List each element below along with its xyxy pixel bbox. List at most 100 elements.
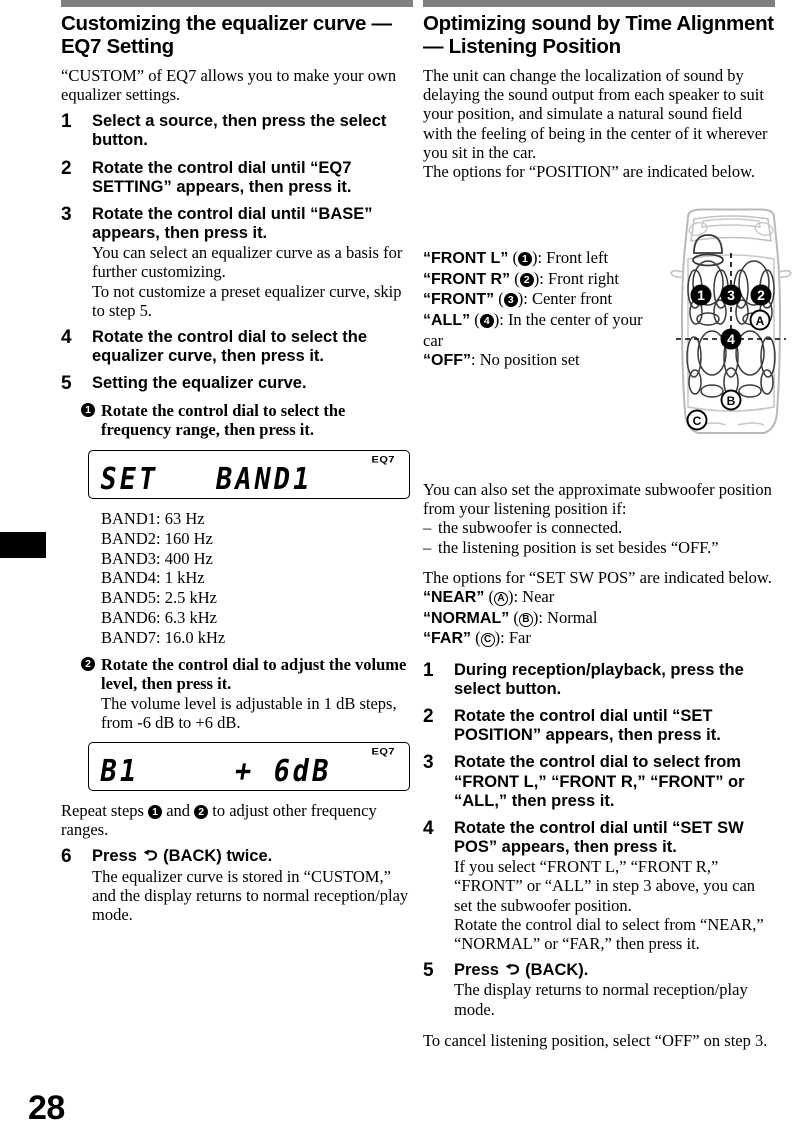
- step-number: 1: [423, 659, 434, 681]
- step-number: 4: [423, 817, 434, 839]
- car-position-diagram: 1 3 2 4 A B C: [670, 207, 792, 441]
- left-substep-1: 1 Rotate the control dial to select the …: [81, 401, 413, 439]
- left-step-4: 4 Rotate the control dial to select the …: [61, 327, 413, 366]
- circled-number-2: 2: [81, 657, 95, 672]
- option-desc: : No position set: [471, 349, 580, 369]
- step-number: 2: [61, 157, 72, 179]
- sw-option-normal: “NORMAL” (B): Normal: [423, 607, 598, 627]
- left-step-2: 2 Rotate the control dial until “EQ7 SET…: [61, 157, 413, 197]
- svg-text:1: 1: [697, 287, 705, 303]
- band-item: BAND3: 400 Hz: [101, 548, 213, 568]
- step-body: The display returns to normal reception/…: [454, 980, 748, 1019]
- dash-bullet: –: [423, 537, 432, 557]
- left-intro-text: “CUSTOM” of EQ7 allows you to make your …: [61, 65, 397, 105]
- circled-number-4: 4: [479, 313, 494, 328]
- left-section-title: Customizing the equalizer curve — EQ7 Se…: [61, 12, 392, 58]
- right-intro-text-1: The unit can change the localization of …: [423, 65, 768, 162]
- lcd-text: B1 + 6dB: [97, 753, 335, 789]
- back-arrow-icon: [504, 963, 521, 977]
- band-item: BAND5: 2.5 kHz: [101, 588, 217, 608]
- option-desc: ): Normal: [532, 607, 598, 627]
- step-heading: Setting the equalizer curve.: [92, 374, 307, 393]
- left-substep-2: 2 Rotate the control dial to adjust the …: [81, 655, 413, 732]
- step-heading: Rotate the control dial until “SET SW PO…: [454, 818, 744, 856]
- right-step-2: 2 Rotate the control dial until “SET POS…: [423, 706, 775, 745]
- position-options-list: “FRONT L” (1): Front left “FRONT R” (2):…: [423, 248, 666, 370]
- step-number: 2: [423, 706, 434, 728]
- lcd-display-level: EQ7 B1 + 6dB: [88, 741, 410, 791]
- step-heading-post: (BACK).: [520, 961, 589, 980]
- step-heading-pre: Press: [454, 961, 504, 980]
- right-column-lower: You can also set the approximate subwoof…: [423, 480, 775, 1058]
- step-heading-pre: Press: [92, 847, 142, 866]
- step-heading: Rotate the control dial to select from “…: [454, 753, 745, 810]
- circled-letter-c: C: [480, 633, 495, 648]
- step-number: 5: [423, 960, 434, 982]
- position-option-front: “FRONT” (3): Center front: [423, 289, 613, 309]
- band-item: BAND7: 16.0 kHz: [101, 628, 226, 648]
- circled-number-1: 1: [148, 804, 163, 819]
- circled-number-1: 1: [81, 403, 95, 418]
- position-option-front-l: “FRONT L” (1): Front left: [423, 248, 609, 267]
- option-label: “FRONT”: [423, 291, 495, 309]
- lcd-display-band: EQ7 SET BAND1: [88, 449, 410, 499]
- back-arrow-icon: [142, 849, 159, 863]
- column-rule-right: [423, 0, 775, 7]
- circled-number-2: 2: [519, 272, 534, 287]
- step-heading: Rotate the control dial to select the eq…: [92, 327, 368, 366]
- option-desc: ): Front left: [531, 248, 609, 267]
- step-heading: Rotate the control dial until “SET POSIT…: [454, 707, 721, 745]
- option-desc: ): Center front: [517, 289, 613, 309]
- step-body: The equalizer curve is stored in “CUSTOM…: [92, 866, 409, 924]
- circled-number-1: 1: [517, 252, 532, 266]
- left-step-6: 6 Press (BACK) twice. The equalizer curv…: [61, 846, 413, 924]
- step-number: 1: [61, 111, 72, 133]
- right-step-3: 3 Rotate the control dial to select from…: [423, 752, 775, 810]
- circled-number-2: 2: [194, 804, 209, 819]
- sw-option-near: “NEAR” (A): Near: [423, 587, 555, 607]
- position-option-off: “OFF”: No position set: [423, 350, 666, 371]
- lcd-eq7-indicator: EQ7: [371, 454, 395, 465]
- chapter-edge-tab: [0, 532, 46, 558]
- right-intro-text-2: The options for “POSITION” are indicated…: [423, 162, 756, 181]
- right-column: Optimizing sound by Time Alignment — Lis…: [423, 0, 792, 1050]
- svg-text:3: 3: [727, 287, 735, 303]
- step-number: 3: [61, 203, 72, 225]
- step-heading: Rotate the control dial until “BASE” app…: [92, 204, 373, 242]
- substep-body: The volume level is adjustable in 1 dB s…: [101, 693, 397, 732]
- column-rule-left: [61, 0, 413, 7]
- position-option-front-r: “FRONT R” (2): Front right: [423, 268, 619, 288]
- step-body: You can select an equalizer curve as a b…: [92, 243, 403, 320]
- sw-options-intro: The options for “SET SW POS” are indicat…: [423, 567, 772, 587]
- position-option-all: “ALL” (4): In the center of your car: [423, 309, 643, 350]
- option-label: “ALL”: [423, 311, 471, 329]
- band-item: BAND6: 6.3 kHz: [101, 608, 217, 628]
- right-step-5: 5 Press (BACK). The display returns to n…: [423, 960, 775, 1019]
- closing-note: To cancel listening position, select “OF…: [423, 1030, 768, 1050]
- option-desc: ): Front right: [533, 268, 619, 288]
- option-label: “NORMAL”: [423, 609, 510, 627]
- subwoofer-intro: You can also set the approximate subwoof…: [423, 480, 772, 519]
- svg-text:B: B: [727, 394, 736, 408]
- substep-heading: Rotate the control dial to select the fr…: [101, 401, 346, 440]
- option-desc: ): Near: [507, 587, 555, 607]
- lcd-eq7-indicator: EQ7: [371, 746, 395, 758]
- option-desc: ): Far: [494, 628, 531, 648]
- condition-item: – the listening position is set besides “…: [423, 538, 775, 557]
- right-section-title: Optimizing sound by Time Alignment — Lis…: [423, 12, 774, 58]
- option-label: “FRONT R”: [423, 270, 511, 288]
- sw-options-list: “NEAR” (A): Near “NORMAL” (B): Normal “F…: [423, 587, 775, 649]
- option-label: “NEAR”: [423, 589, 485, 607]
- lcd-text: SET BAND1: [97, 461, 315, 497]
- manual-page: Customizing the equalizer curve — EQ7 Se…: [0, 0, 797, 1142]
- dash-bullet: –: [423, 518, 432, 538]
- svg-text:C: C: [693, 414, 702, 428]
- band-item: BAND2: 160 Hz: [101, 528, 213, 548]
- substep-heading: Rotate the control dial to adjust the vo…: [101, 655, 407, 694]
- sw-option-far: “FAR” (C): Far: [423, 628, 531, 648]
- repeat-steps-note: Repeat steps 1 and 2 to adjust other fre…: [61, 801, 413, 839]
- page-number: 28: [28, 1089, 65, 1127]
- right-step-1: 1 During reception/playback, press the s…: [423, 659, 775, 699]
- circled-letter-b: B: [518, 612, 533, 627]
- left-column: Customizing the equalizer curve — EQ7 Se…: [61, 0, 413, 932]
